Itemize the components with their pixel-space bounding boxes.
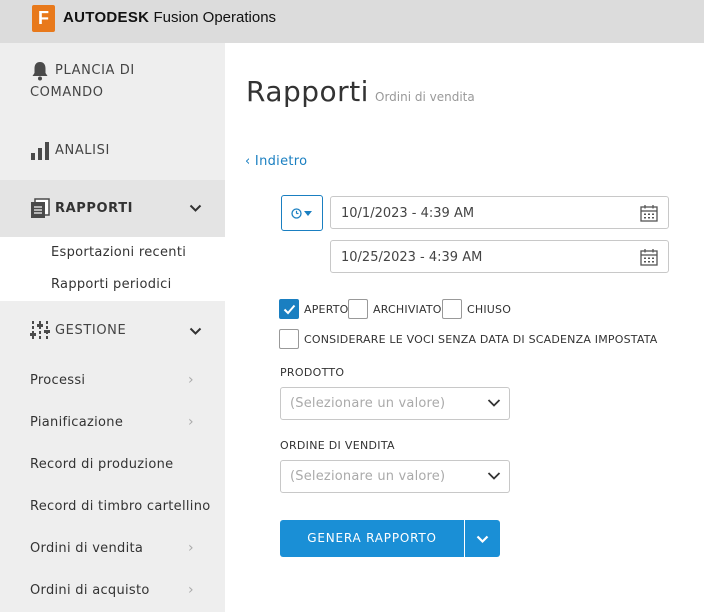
chevron-down-icon [487, 472, 501, 480]
management-label: GESTIONE [55, 323, 127, 338]
analysis-label: ANALISI [55, 143, 110, 158]
checkbox-open-label: APERTO [304, 303, 349, 316]
sidebar-item-recent-exports[interactable]: Esportazioni recenti [51, 245, 186, 260]
sales-order-placeholder: (Selezionare un valore) [290, 469, 446, 484]
bell-icon [32, 62, 48, 81]
checkbox-archived[interactable] [348, 299, 368, 319]
sales-order-select[interactable]: (Selezionare un valore) [280, 460, 510, 493]
product-placeholder: (Selezionare un valore) [290, 396, 446, 411]
bar-chart-icon [31, 142, 49, 160]
product-select[interactable]: (Selezionare un valore) [280, 387, 510, 420]
sidebar: PLANCIA DI COMANDO ANALISI RAPPORTI Espo… [0, 43, 225, 612]
sidebar-item-management[interactable]: GESTIONE [0, 301, 225, 359]
reports-submenu: Esportazioni recenti Rapporti periodici [0, 237, 225, 301]
sidebar-item-periodic-reports[interactable]: Rapporti periodici [51, 277, 172, 292]
sidebar-item-sales-orders[interactable]: Ordini di vendita [30, 541, 143, 556]
sidebar-item-dashboard[interactable]: PLANCIA DI COMANDO [0, 43, 225, 122]
chevron-right-icon: › [188, 540, 194, 556]
dashboard-label-line2: COMANDO [30, 85, 104, 100]
chevron-right-icon: › [188, 582, 194, 598]
sidebar-item-reports[interactable]: RAPPORTI [0, 180, 225, 237]
documents-icon [31, 198, 50, 218]
sliders-icon [30, 321, 50, 341]
brand-bold: AUTODESK [63, 9, 150, 26]
back-link[interactable]: ‹ Indietro [245, 154, 307, 169]
generate-options-button[interactable] [465, 520, 500, 557]
date-to-value: 10/25/2023 - 4:39 AM [341, 250, 483, 265]
logo-letter: F [38, 8, 49, 28]
check-icon [283, 304, 296, 315]
chevron-down-icon[interactable] [189, 327, 202, 336]
chevron-right-icon: › [188, 372, 194, 388]
checkbox-no-due-date-label: CONSIDERARE LE VOCI SENZA DATA DI SCADEN… [304, 333, 658, 346]
date-to-field[interactable]: 10/25/2023 - 4:39 AM [330, 240, 669, 273]
date-preset-button[interactable] [281, 195, 323, 231]
clock-icon [291, 208, 302, 219]
sidebar-item-purchase-orders[interactable]: Ordini di acquisto [30, 583, 150, 598]
sidebar-item-production-records[interactable]: Record di produzione [30, 457, 173, 472]
sidebar-item-analysis[interactable]: ANALISI [0, 122, 225, 180]
calendar-icon[interactable] [640, 204, 658, 222]
sales-order-label: ORDINE DI VENDITA [280, 439, 395, 452]
caret-down-icon [304, 211, 312, 216]
sidebar-item-timecard-records[interactable]: Record di timbro cartellino [30, 499, 211, 514]
checkbox-archived-label: ARCHIVIATO [373, 303, 442, 316]
calendar-icon[interactable] [640, 248, 658, 266]
checkbox-closed-label: CHIUSO [467, 303, 512, 316]
top-bar: F AUTODESK Fusion Operations [0, 0, 704, 43]
chevron-right-icon: › [188, 414, 194, 430]
dashboard-label-line1: PLANCIA DI [55, 63, 135, 78]
checkbox-no-due-date[interactable] [279, 329, 299, 349]
reports-label: RAPPORTI [55, 201, 134, 216]
chevron-down-icon[interactable] [189, 204, 202, 213]
date-from-value: 10/1/2023 - 4:39 AM [341, 206, 475, 221]
brand-product: Fusion Operations [153, 9, 277, 26]
page-subtitle: Ordini di vendita [375, 90, 475, 104]
page-title: Rapporti [246, 75, 369, 108]
fusion-logo-icon: F [32, 5, 55, 32]
brand-title: AUTODESK Fusion Operations [63, 9, 276, 26]
chevron-down-icon [487, 399, 501, 407]
chevron-down-icon [476, 535, 489, 544]
sidebar-item-processes[interactable]: Processi [30, 373, 85, 388]
checkbox-open[interactable] [279, 299, 299, 319]
sidebar-item-planning[interactable]: Pianificazione [30, 415, 123, 430]
date-from-field[interactable]: 10/1/2023 - 4:39 AM [330, 196, 669, 229]
checkbox-closed[interactable] [442, 299, 462, 319]
generate-report-button[interactable]: GENERA RAPPORTO [280, 520, 464, 557]
product-label: PRODOTTO [280, 366, 345, 379]
